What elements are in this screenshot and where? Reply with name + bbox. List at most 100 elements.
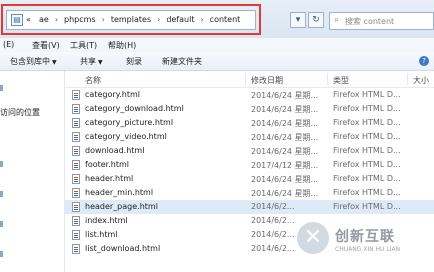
help-icon[interactable]: ? [419,56,429,66]
folder-nav-icon: ▤ [11,14,23,26]
file-name: category_picture.html [85,118,174,127]
file-row[interactable]: category_picture.html 2014/6/24 星期... Fi… [65,116,434,130]
file-row[interactable]: header.html 2014/6/24 星期... Firefox HTML… [65,172,434,186]
file-type: Firefox HTML D... [333,160,401,169]
nav-marker [0,85,3,91]
breadcrumb-separator: › [101,15,105,24]
menu-help[interactable]: 帮助(H) [108,40,136,51]
nav-marker [0,251,3,257]
file-row[interactable]: category_video.html 2014/6/24 星期... Fire… [65,130,434,144]
include-in-library-button[interactable]: 包含到库中 ▼ [10,56,57,67]
search-icon: ⌕ [334,15,340,25]
html-file-icon [72,90,80,100]
share-button[interactable]: 共享 ▼ [80,56,103,67]
new-folder-button[interactable]: 新建文件夹 [162,56,202,67]
chevron-down-icon: ▼ [98,59,103,66]
file-row[interactable]: list_download.html 2014/6/2... [65,242,434,256]
file-type: Firefox HTML D... [333,174,401,183]
file-date: 2014/6/24 星期... [251,119,319,128]
address-dropdown-button[interactable]: ▾ [290,12,306,28]
html-file-icon [72,244,80,254]
html-file-icon [72,188,80,198]
file-date: 2014/6/2... [251,244,295,253]
file-name: category_download.html [85,104,184,113]
breadcrumb: ae › phpcms › templates › default › cont… [39,15,240,27]
file-row[interactable]: header_min.html 2014/6/24 星期... Firefox … [65,186,434,200]
breadcrumb-item-phpcms[interactable]: phpcms [64,15,96,27]
column-divider[interactable] [245,73,246,85]
file-type: Firefox HTML D... [333,146,401,155]
file-row[interactable]: category.html 2014/6/24 星期... Firefox HT… [65,88,434,102]
file-row[interactable]: download.html 2014/6/24 星期... Firefox HT… [65,144,434,158]
breadcrumb-separator: › [54,15,59,24]
address-bar-area: ▤ « ae › phpcms › templates › default › … [0,0,434,39]
file-row[interactable]: index.html 2014/6/2... [65,214,434,228]
breadcrumb-item-templates[interactable]: templates [111,15,151,27]
breadcrumb-separator: › [157,15,161,24]
chevron-down-icon: ▼ [52,59,57,66]
file-row[interactable]: list.html 2014/6/2... [65,228,434,242]
file-type: Firefox HTML D... [333,132,401,141]
column-type[interactable]: 类型 [333,75,349,86]
chevron-left-icon[interactable]: « [26,15,31,24]
file-date: 2014/6/24 星期... [251,147,319,156]
column-size[interactable]: 大小 [413,75,429,86]
file-type: Firefox HTML D... [333,104,401,113]
file-date: 2017/4/12 星期... [251,161,319,170]
file-row-selected[interactable]: header_page.html 2014/6/2... Firefox HTM… [65,200,434,214]
column-header: 名称 修改日期 类型 大小 [65,71,434,88]
breadcrumb-item-default[interactable]: default [166,15,194,27]
include-in-library-label: 包含到库中 [10,57,50,66]
file-date: 2014/6/24 星期... [251,105,319,114]
file-name: download.html [85,146,145,155]
column-divider[interactable] [407,73,408,85]
address-bar[interactable]: ▤ « ae › phpcms › templates › default › … [6,10,256,30]
menu-edit[interactable]: (E) [3,40,14,49]
html-file-icon [72,118,80,128]
search-box[interactable]: ⌕ [329,12,434,30]
file-name: list_download.html [85,244,161,253]
file-type: Firefox HTML D... [333,188,401,197]
file-row[interactable]: category_download.html 2014/6/24 星期... F… [65,102,434,116]
file-type: Firefox HTML D... [333,118,401,127]
file-name: header_page.html [85,202,158,211]
burn-button[interactable]: 刻录 [126,56,142,67]
nav-marker [0,221,3,227]
file-name: index.html [85,216,128,225]
menu-tools[interactable]: 工具(T) [70,40,97,51]
breadcrumb-item-ae[interactable]: ae [39,15,49,27]
html-file-icon [72,174,80,184]
file-date: 2014/6/24 星期... [251,189,319,198]
html-file-icon [72,132,80,142]
html-file-icon [72,216,80,226]
nav-item-recent-places[interactable]: 访问的位置 [0,107,40,118]
column-name[interactable]: 名称 [85,75,101,86]
nav-marker [0,191,3,197]
toolbar: 包含到库中 ▼ 共享 ▼ 刻录 新建文件夹 ? [0,52,434,71]
file-date: 2014/6/24 星期... [251,133,319,142]
breadcrumb-separator: › [200,15,204,24]
menu-bar: (E) 查看(V) 工具(T) 帮助(H) [0,38,434,52]
navigation-pane: 访问的位置 [0,71,65,272]
column-divider[interactable] [327,73,328,85]
file-name: header_min.html [85,188,154,197]
file-date: 2014/6/24 星期... [251,91,319,100]
refresh-button[interactable]: ↻ [308,12,324,28]
file-date: 2014/6/2... [251,216,295,225]
html-file-icon [72,146,80,156]
menu-view[interactable]: 查看(V) [32,40,60,51]
file-row[interactable]: footer.html 2017/4/12 星期... Firefox HTML… [65,158,434,172]
html-file-icon [72,160,80,170]
search-input[interactable] [345,14,431,28]
html-file-icon [72,202,80,212]
nav-marker [0,161,3,167]
column-date[interactable]: 修改日期 [251,75,283,86]
file-name: list.html [85,230,118,239]
file-name: footer.html [85,160,129,169]
file-type: Firefox HTML D... [333,202,401,211]
file-name: category_video.html [85,132,167,141]
file-date: 2014/6/24 星期... [251,175,319,184]
file-name: header.html [85,174,134,183]
breadcrumb-item-content[interactable]: content [210,15,241,27]
file-date: 2014/6/2... [251,230,295,239]
